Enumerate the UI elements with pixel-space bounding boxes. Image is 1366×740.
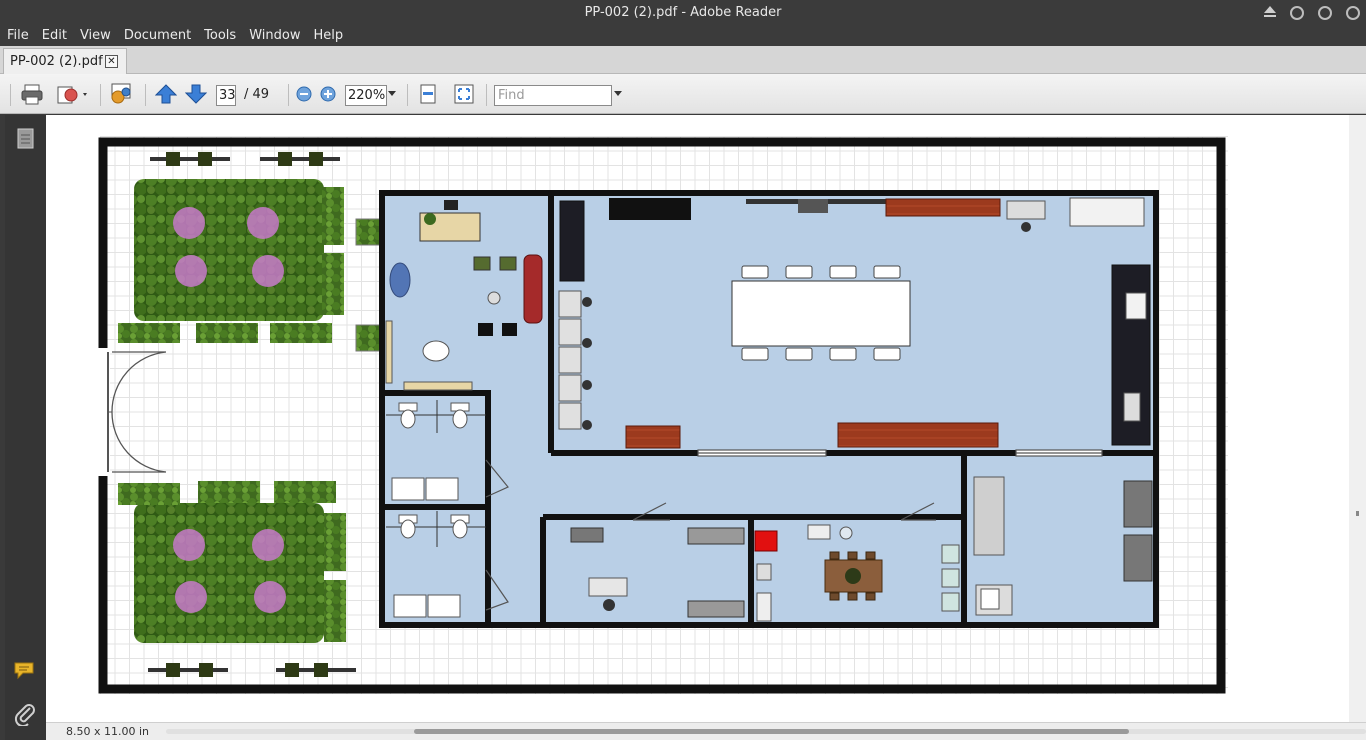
find-input[interactable]: [494, 85, 612, 106]
menu-view[interactable]: View: [73, 28, 117, 43]
building-floor: [382, 193, 1156, 625]
previous-page-button[interactable]: [154, 82, 178, 106]
scroll-thumb[interactable]: [1356, 511, 1359, 516]
conference-table: [731, 280, 911, 347]
zoom-out-button[interactable]: [294, 82, 314, 106]
chevron-down-icon: [614, 91, 622, 96]
sofa: [523, 254, 543, 324]
menu-file[interactable]: File: [0, 28, 35, 43]
menu-tools[interactable]: Tools: [197, 28, 242, 43]
arrow-up-icon: [155, 84, 177, 104]
toolbar-separator: [288, 84, 289, 106]
attachments-panel-button[interactable]: [13, 702, 37, 730]
full-screen-icon: [454, 84, 474, 104]
pages-icon: [17, 128, 34, 149]
horizontal-scrollbar[interactable]: [166, 729, 1366, 734]
menu-bar: File Edit View Document Tools Window Hel…: [0, 25, 1366, 46]
navigation-panel: [5, 115, 46, 740]
network-icon: [111, 83, 131, 104]
window-title: PP-002 (2).pdf - Adobe Reader: [584, 5, 782, 20]
attachment-icon: [14, 704, 35, 728]
garden-top: [118, 179, 344, 343]
chevron-down-icon: [388, 91, 396, 96]
red-appliance: [754, 530, 778, 552]
zoom-out-icon: [296, 86, 312, 102]
comment-icon: [14, 662, 34, 680]
document-tab-bar: PP-002 (2).pdf ✕: [0, 46, 1366, 74]
garden-bottom: [118, 481, 346, 643]
window-controls: [1264, 0, 1360, 25]
find-options-button[interactable]: [613, 82, 623, 106]
zoom-dropdown-button[interactable]: [387, 82, 397, 106]
menu-edit[interactable]: Edit: [35, 28, 73, 43]
menu-help[interactable]: Help: [306, 28, 349, 43]
zoom-in-button[interactable]: [318, 82, 338, 106]
full-screen-button[interactable]: [452, 82, 476, 106]
cabinet: [609, 198, 691, 220]
fit-page-button[interactable]: [416, 82, 440, 106]
menu-document[interactable]: Document: [117, 28, 197, 43]
page-size-label: 8.50 x 11.00 in: [66, 725, 150, 738]
menu-window[interactable]: Window: [242, 28, 306, 43]
entrance-door: [111, 351, 167, 413]
eject-icon[interactable]: [1264, 6, 1276, 17]
wood-counter: [885, 198, 1001, 217]
bench: [150, 152, 230, 166]
maximize-button[interactable]: [1318, 5, 1332, 20]
print-button[interactable]: [18, 82, 46, 106]
toolbar: 33 / 49 220%: [0, 74, 1366, 114]
vertical-scrollbar[interactable]: [1349, 115, 1366, 722]
bench: [148, 663, 228, 677]
toolbar-separator: [486, 84, 487, 106]
zoom-level-select[interactable]: 220%: [345, 85, 387, 106]
page-total: / 49: [244, 87, 270, 102]
arrow-down-icon: [185, 84, 207, 104]
print-icon: [21, 84, 43, 105]
close-tab-icon[interactable]: ✕: [105, 55, 118, 68]
title-bar: PP-002 (2).pdf - Adobe Reader: [0, 0, 1366, 25]
share-button[interactable]: [54, 82, 92, 106]
minimize-button[interactable]: [1290, 5, 1304, 20]
toolbar-separator: [145, 84, 146, 106]
collaborate-button[interactable]: [107, 82, 137, 106]
floor-plan-drawing: [96, 137, 1226, 694]
toolbar-separator: [100, 84, 101, 106]
pages-panel-button[interactable]: [14, 127, 36, 155]
bench: [260, 152, 340, 166]
document-tab-label: PP-002 (2).pdf: [10, 54, 103, 69]
fit-page-icon: [420, 84, 436, 104]
status-bar: 8.50 x 11.00 in: [46, 722, 1366, 740]
next-page-button[interactable]: [184, 82, 208, 106]
document-tab[interactable]: PP-002 (2).pdf ✕: [3, 48, 127, 74]
close-button[interactable]: [1346, 5, 1360, 20]
comments-panel-button[interactable]: [13, 660, 39, 686]
horizontal-scroll-thumb[interactable]: [414, 729, 1129, 734]
page-number-input[interactable]: 33: [216, 85, 236, 106]
toolbar-separator: [407, 84, 408, 106]
document-viewport[interactable]: [46, 115, 1349, 722]
bench: [276, 663, 356, 677]
toolbar-separator: [10, 84, 11, 106]
share-icon: [57, 86, 87, 104]
zoom-in-icon: [320, 86, 336, 102]
chair: [389, 262, 411, 298]
